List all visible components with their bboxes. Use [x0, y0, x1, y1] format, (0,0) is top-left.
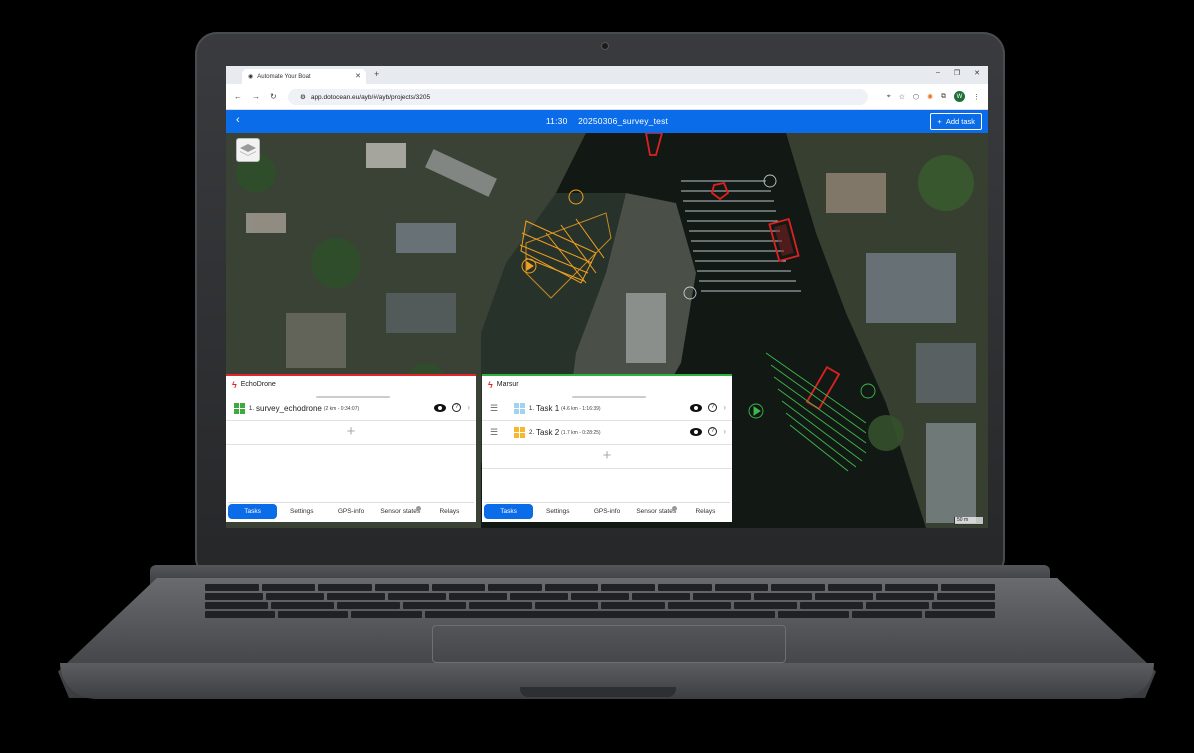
- visibility-icon[interactable]: [690, 403, 703, 412]
- browser-actions: ⌖ ☆ ⬡ ✺ ⧉ W ⋮: [887, 91, 980, 102]
- vessel-name: EchoDrone: [240, 381, 276, 388]
- clock-time: 11:30: [545, 116, 568, 126]
- task-number: 1.: [529, 405, 535, 412]
- task-color-icon: [234, 403, 245, 414]
- task-actions: ? ›: [690, 403, 726, 412]
- new-tab-icon[interactable]: +: [374, 69, 379, 79]
- browser-tab-title: Automate Your Boat: [257, 73, 311, 80]
- extension-icon[interactable]: ⬡: [913, 93, 919, 101]
- task-row[interactable]: ☰ 1. Task 1 (4.6 km - 1:16:39) ? ›: [482, 397, 732, 421]
- app-header: ‹ 11:30 20250306_survey_test + Add task: [226, 110, 988, 133]
- tab-relays[interactable]: Relays: [681, 508, 730, 515]
- webcam: [602, 43, 608, 49]
- location-icon[interactable]: ⌖: [887, 93, 891, 101]
- task-actions: ? ›: [434, 403, 470, 412]
- project-name: 20250306_survey_test: [578, 116, 669, 126]
- notification-dot: [415, 506, 421, 511]
- panel-tabs: Tasks Settings GPS-info Sensor states Re…: [484, 502, 730, 520]
- browser-tab[interactable]: ◉ Automate Your Boat ✕: [242, 69, 366, 84]
- reload-icon[interactable]: ↻: [270, 92, 277, 101]
- close-tab-icon[interactable]: ✕: [355, 72, 361, 80]
- tab-sensor-states[interactable]: Sensor states: [376, 506, 425, 515]
- chevron-right-icon[interactable]: ›: [723, 427, 726, 436]
- url-text: app.dotocean.eu/ayb/#/ayb/projects/3205: [310, 93, 431, 101]
- nav-buttons: ← → ↻: [234, 92, 277, 101]
- lightning-icon: ϟ: [488, 379, 493, 390]
- profile-avatar[interactable]: W: [954, 91, 965, 102]
- lightning-icon: ϟ: [232, 379, 237, 390]
- chevron-right-icon[interactable]: ›: [467, 403, 470, 412]
- bookmark-star-icon[interactable]: ☆: [899, 93, 905, 101]
- keyboard: [205, 582, 996, 624]
- trackpad: [432, 625, 786, 663]
- puzzle-icon[interactable]: ⧉: [941, 93, 946, 101]
- tab-relays[interactable]: Relays: [425, 508, 474, 515]
- window-controls: – ❐ ✕: [936, 69, 980, 77]
- notification-dot: [671, 506, 677, 511]
- tab-sensor-states-label: Sensor states: [380, 508, 421, 515]
- tab-settings[interactable]: Settings: [277, 508, 326, 515]
- task-number: 2.: [529, 429, 535, 436]
- address-bar[interactable]: ⚙ app.dotocean.eu/ayb/#/ayb/projects/320…: [288, 89, 868, 105]
- laptop-mockup: ◉ Automate Your Boat ✕ + – ❐ ✕ ← → ↻ ⚙ a…: [0, 0, 1194, 753]
- task-name: Task 1: [536, 404, 560, 413]
- task-row[interactable]: 1. survey_echodrone (2 km - 0:34:07) ? ›: [226, 397, 476, 421]
- tab-gps-info[interactable]: GPS-info: [326, 508, 375, 515]
- menu-kebab-icon[interactable]: ⋮: [973, 93, 980, 101]
- site-info-icon[interactable]: ⚙: [300, 93, 306, 101]
- layers-icon[interactable]: [236, 138, 260, 162]
- tab-gps-info[interactable]: GPS-info: [582, 508, 631, 515]
- add-icon: +: [937, 117, 942, 126]
- tab-tasks[interactable]: Tasks: [484, 504, 534, 519]
- add-task-plus-icon[interactable]: +: [226, 421, 476, 445]
- add-task-button[interactable]: + Add task: [930, 113, 982, 130]
- restore-icon[interactable]: ❐: [954, 69, 960, 77]
- chevron-right-icon[interactable]: ›: [723, 403, 726, 412]
- task-meta: (1.7 km - 0:28:25): [561, 429, 601, 436]
- tab-tasks[interactable]: Tasks: [228, 504, 278, 519]
- help-icon[interactable]: ?: [452, 403, 462, 412]
- task-name: survey_echodrone: [256, 404, 322, 413]
- globe-icon: ◉: [248, 74, 254, 80]
- vessel-name: Marsur: [496, 381, 519, 388]
- lid-opening-notch: [520, 687, 676, 697]
- task-meta: (2 km - 0:34:07): [323, 405, 360, 412]
- visibility-icon[interactable]: [690, 427, 703, 436]
- visibility-icon[interactable]: [434, 403, 447, 412]
- forward-arrow-icon[interactable]: →: [252, 92, 260, 101]
- back-arrow-icon[interactable]: ←: [234, 92, 242, 101]
- drag-handle-icon[interactable]: ☰: [490, 403, 502, 414]
- browser-tab-bar: ◉ Automate Your Boat ✕ + – ❐ ✕: [226, 66, 988, 84]
- task-actions: ? ›: [690, 427, 726, 436]
- task-meta: (4.6 km - 1:16:39): [561, 405, 601, 412]
- help-icon[interactable]: ?: [708, 403, 718, 412]
- tab-sensor-states[interactable]: Sensor states: [632, 506, 681, 515]
- close-window-icon[interactable]: ✕: [974, 69, 980, 77]
- browser-toolbar: ← → ↻ ⚙ app.dotocean.eu/ayb/#/ayb/projec…: [226, 84, 988, 110]
- task-color-icon: [514, 403, 525, 414]
- laptop-screen: ◉ Automate Your Boat ✕ + – ❐ ✕ ← → ↻ ⚙ a…: [226, 66, 988, 528]
- task-name: Task 2: [536, 428, 560, 437]
- minimize-icon[interactable]: –: [936, 69, 940, 77]
- task-number: 1.: [249, 405, 255, 412]
- vessel-header: ϟ EchoDrone: [226, 376, 476, 393]
- panel-tabs: Tasks Settings GPS-info Sensor states Re…: [228, 502, 474, 520]
- add-task-plus-icon[interactable]: +: [482, 445, 732, 469]
- project-title: 11:30 20250306_survey_test: [226, 116, 988, 126]
- tab-sensor-states-label: Sensor states: [636, 508, 677, 515]
- task-color-icon: [514, 427, 525, 438]
- map-scale-bar: 50 m: [954, 517, 984, 525]
- task-row[interactable]: ☰ 2. Task 2 (1.7 km - 0:28:25) ? ›: [482, 421, 732, 445]
- help-icon[interactable]: ?: [708, 427, 718, 436]
- vessel-panel-marsur: ϟ Marsur ☰ 1. Task 1 (4.6 km - 1:16:39) …: [482, 374, 732, 522]
- add-task-label: Add task: [945, 117, 975, 126]
- tab-settings[interactable]: Settings: [533, 508, 582, 515]
- vessel-panel-echodrone: ϟ EchoDrone 1. survey_echodrone (2 km - …: [226, 374, 476, 522]
- drag-handle-icon[interactable]: ☰: [490, 427, 502, 438]
- extension-color-icon[interactable]: ✺: [927, 93, 933, 101]
- vessel-header: ϟ Marsur: [482, 376, 732, 393]
